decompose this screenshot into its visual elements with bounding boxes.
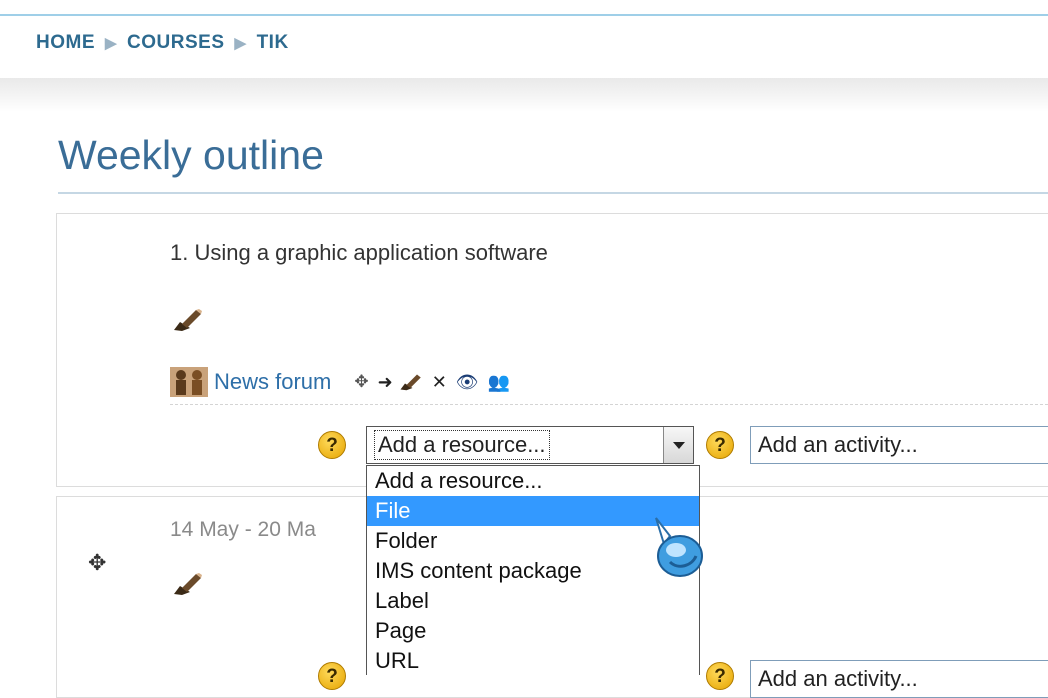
section-date-title: 14 May - 20 Ma [170, 518, 316, 541]
dropdown-option[interactable]: URL [367, 646, 699, 675]
dropdown-option[interactable]: Page [367, 616, 699, 646]
title-underline [58, 192, 1048, 194]
group-mode-icon[interactable]: 👥 [488, 372, 510, 393]
help-icon-activity[interactable]: ? [706, 431, 734, 459]
activity-divider [170, 404, 1048, 405]
indent-right-icon[interactable]: ➜ [378, 372, 393, 393]
add-resource-select[interactable]: Add a resource... [366, 426, 694, 464]
edit-summary-icon[interactable] [172, 308, 204, 332]
edit-icon[interactable] [399, 373, 423, 391]
help-icon-resource[interactable]: ? [318, 662, 346, 690]
help-icon-activity[interactable]: ? [706, 662, 734, 690]
header-band [0, 78, 1048, 112]
move-icon[interactable]: ✥ [354, 372, 368, 392]
breadcrumb-course-tik[interactable]: TIK [257, 32, 289, 54]
hide-eye-icon[interactable]: 👁 [456, 372, 479, 393]
breadcrumb-courses[interactable]: COURSES [127, 32, 224, 54]
delete-icon[interactable]: ✕ [432, 372, 447, 393]
dropdown-option[interactable]: Label [367, 586, 699, 616]
news-forum-link[interactable]: News forum [214, 369, 331, 395]
help-icon-resource[interactable]: ? [318, 431, 346, 459]
breadcrumb: HOME ▶ COURSES ▶ TIK [36, 32, 289, 54]
add-resource-value: Add a resource... [374, 430, 550, 460]
forum-icon [170, 367, 208, 397]
breadcrumb-separator-icon: ▶ [234, 35, 247, 52]
page-title: Weekly outline [58, 132, 324, 178]
pointer-cursor-icon [655, 517, 703, 577]
top-accent-line [0, 14, 1048, 16]
add-activity-select[interactable]: Add an activity... [750, 660, 1048, 698]
section-move-icon[interactable]: ✥ [88, 550, 106, 576]
edit-summary-icon[interactable] [172, 572, 204, 596]
dropdown-option[interactable]: Add a resource... [367, 466, 699, 496]
breadcrumb-home[interactable]: HOME [36, 32, 95, 54]
breadcrumb-separator-icon: ▶ [105, 35, 118, 52]
section-title: 1. Using a graphic application software [170, 240, 548, 265]
chevron-down-icon[interactable] [663, 427, 693, 463]
news-forum-row: News forum ✥ ➜ ✕ 👁 👥 [170, 367, 510, 397]
add-activity-select[interactable]: Add an activity... [750, 426, 1048, 464]
